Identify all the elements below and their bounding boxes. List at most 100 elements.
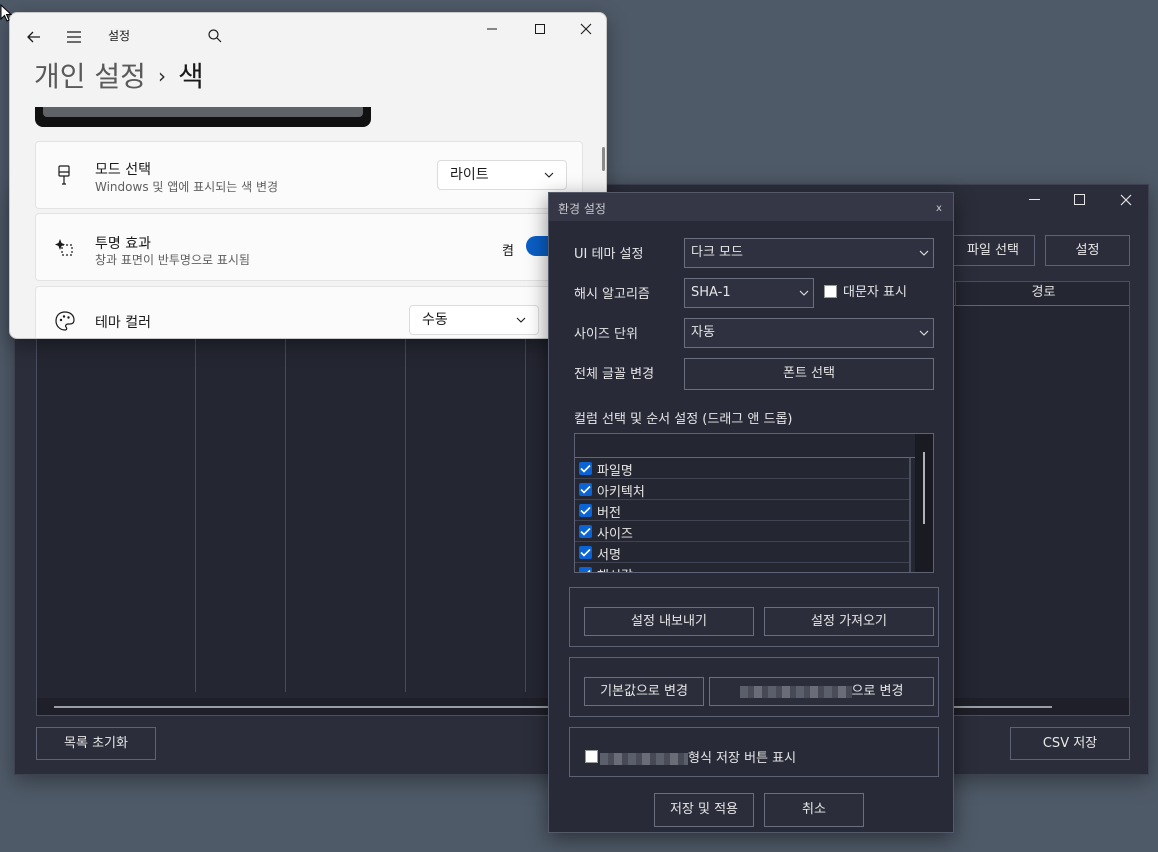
size-unit-value: 자동 — [691, 325, 715, 340]
change-to-button[interactable]: 으로 변경 — [709, 677, 934, 706]
transparency-state-label: 켬 — [502, 244, 514, 259]
columns-label: 컬럼 선택 및 순서 설정 (드래그 앤 드롭) — [574, 412, 793, 427]
chevron-down-icon — [544, 172, 554, 178]
format-group: 형식 저장 버튼 표시 — [569, 727, 939, 777]
grid-column-divider — [195, 282, 196, 692]
export-settings-button[interactable]: 설정 내보내기 — [584, 607, 754, 636]
reset-default-button[interactable]: 기본값으로 변경 — [584, 677, 704, 706]
minimize-icon[interactable] — [1013, 187, 1057, 213]
font-label: 전체 글꼴 변경 — [574, 367, 655, 382]
breadcrumb-parent[interactable]: 개인 설정 — [34, 60, 146, 93]
size-unit-combo[interactable]: 자동 — [684, 318, 934, 348]
mode-dropdown[interactable]: 라이트 — [437, 160, 567, 190]
defaults-group: 기본값으로 변경 으로 변경 — [569, 657, 939, 717]
accent-title: 테마 컬러 — [95, 315, 151, 331]
preview-taskbar — [43, 107, 363, 117]
maximize-icon[interactable] — [1058, 187, 1102, 213]
chevron-down-icon — [516, 317, 526, 323]
hamburger-menu-icon[interactable] — [64, 27, 84, 47]
mouse-cursor-icon — [0, 4, 12, 22]
column-name: 아키텍처 — [597, 485, 645, 500]
ui-theme-combo[interactable]: 다크 모드 — [684, 238, 934, 268]
list-item[interactable]: 해시값 — [575, 563, 909, 572]
checkbox-checked[interactable] — [579, 462, 592, 475]
font-select-button[interactable]: 폰트 선택 — [684, 358, 934, 390]
sparkle-icon — [53, 236, 77, 260]
brush-icon — [53, 164, 77, 188]
theme-preview-image — [35, 107, 371, 127]
close-icon[interactable] — [1104, 187, 1148, 213]
checkbox-checked[interactable] — [579, 504, 592, 517]
breadcrumb: 개인 설정 › 색 — [34, 55, 204, 95]
change-to-suffix: 으로 변경 — [851, 684, 904, 699]
accent-dropdown[interactable]: 수동 — [409, 305, 539, 335]
path-column-header[interactable]: 경로 — [955, 282, 1129, 306]
hash-algorithm-combo[interactable]: SHA-1 — [684, 278, 814, 308]
maximize-icon[interactable] — [526, 19, 554, 39]
mode-setting-card: 모드 선택 Windows 및 앱에 표시되는 색 변경 라이트 — [35, 141, 583, 209]
uppercase-checkbox[interactable] — [824, 285, 837, 298]
mode-dropdown-value: 라이트 — [450, 167, 489, 183]
column-name: 사이즈 — [597, 527, 633, 542]
breadcrumb-separator: › — [157, 64, 166, 88]
preferences-dialog: 환경 설정 x UI 테마 설정 다크 모드 해시 알고리즘 SHA-1 대문자… — [548, 192, 954, 833]
column-name: 서명 — [597, 548, 621, 563]
vertical-scrollbar[interactable] — [602, 147, 605, 171]
windows-settings-window: 설정 개인 설정 › 색 모드 선택 Windows 및 앱에 표시되는 색 변경 … — [9, 12, 607, 339]
checkbox-checked[interactable] — [579, 567, 592, 572]
list-item[interactable]: 서명 — [575, 542, 909, 563]
redacted-text — [600, 752, 688, 765]
checkbox-checked[interactable] — [579, 546, 592, 559]
dialog-title: 환경 설정 — [558, 202, 606, 216]
accent-dropdown-value: 수동 — [422, 312, 448, 328]
save-apply-button[interactable]: 저장 및 적용 — [654, 793, 754, 827]
grid-column-divider — [405, 282, 406, 692]
hash-algorithm-label: 해시 알고리즘 — [574, 287, 650, 302]
column-name: 해시값 — [597, 565, 633, 572]
grid-column-divider — [525, 282, 526, 692]
breadcrumb-current: 색 — [177, 60, 204, 93]
size-unit-label: 사이즈 단위 — [574, 327, 638, 342]
format-button-label: 형식 저장 버튼 표시 — [600, 747, 796, 766]
uppercase-label: 대문자 표시 — [843, 285, 907, 300]
search-icon[interactable] — [206, 27, 224, 45]
list-inner-divider — [909, 458, 911, 572]
reset-list-button[interactable]: 목록 초기화 — [36, 727, 156, 760]
format-label-suffix: 형식 저장 버튼 표시 — [688, 751, 797, 766]
minimize-icon[interactable] — [478, 19, 506, 39]
column-name: 버전 — [597, 506, 621, 521]
ui-theme-label: UI 테마 설정 — [574, 247, 644, 262]
close-icon[interactable] — [572, 19, 600, 39]
format-button-checkbox[interactable] — [585, 750, 598, 763]
column-list-header — [575, 434, 917, 458]
list-item[interactable]: 아키텍처 — [575, 479, 909, 500]
ui-theme-value: 다크 모드 — [691, 245, 743, 260]
file-select-button[interactable]: 파일 선택 — [951, 235, 1035, 266]
palette-icon — [53, 309, 77, 333]
transparency-subtitle: 창과 표면이 반투명으로 표시됨 — [95, 253, 250, 267]
transparency-title: 투명 효과 — [95, 236, 151, 252]
back-arrow-icon[interactable] — [24, 27, 44, 47]
dialog-close-button[interactable]: x — [936, 203, 942, 214]
settings-button[interactable]: 설정 — [1045, 235, 1130, 266]
import-settings-button[interactable]: 설정 가져오기 — [764, 607, 934, 636]
list-item[interactable]: 파일명 — [575, 458, 909, 479]
redacted-text — [739, 685, 852, 698]
scrollbar-thumb[interactable] — [923, 452, 925, 524]
dropdown-arrow-icon — [919, 250, 929, 256]
dropdown-arrow-icon — [919, 330, 929, 336]
checkbox-checked[interactable] — [579, 525, 592, 538]
accent-color-card: 테마 컬러 수동 — [35, 286, 583, 338]
vertical-scrollbar[interactable] — [915, 434, 933, 572]
hash-algorithm-value: SHA-1 — [691, 285, 731, 300]
csv-save-button[interactable]: CSV 저장 — [1010, 727, 1130, 760]
list-item[interactable]: 버전 — [575, 500, 909, 521]
mode-title: 모드 선택 — [95, 162, 151, 178]
dialog-titlebar: 환경 설정 x — [549, 193, 953, 221]
grid-column-divider — [285, 282, 286, 692]
cancel-button[interactable]: 취소 — [764, 793, 864, 827]
list-item[interactable]: 사이즈 — [575, 521, 909, 542]
checkbox-checked[interactable] — [579, 483, 592, 496]
settings-app-title: 설정 — [108, 29, 131, 43]
column-order-list[interactable]: 파일명 아키텍처 버전 사이즈 서명 해시값 — [574, 433, 934, 573]
